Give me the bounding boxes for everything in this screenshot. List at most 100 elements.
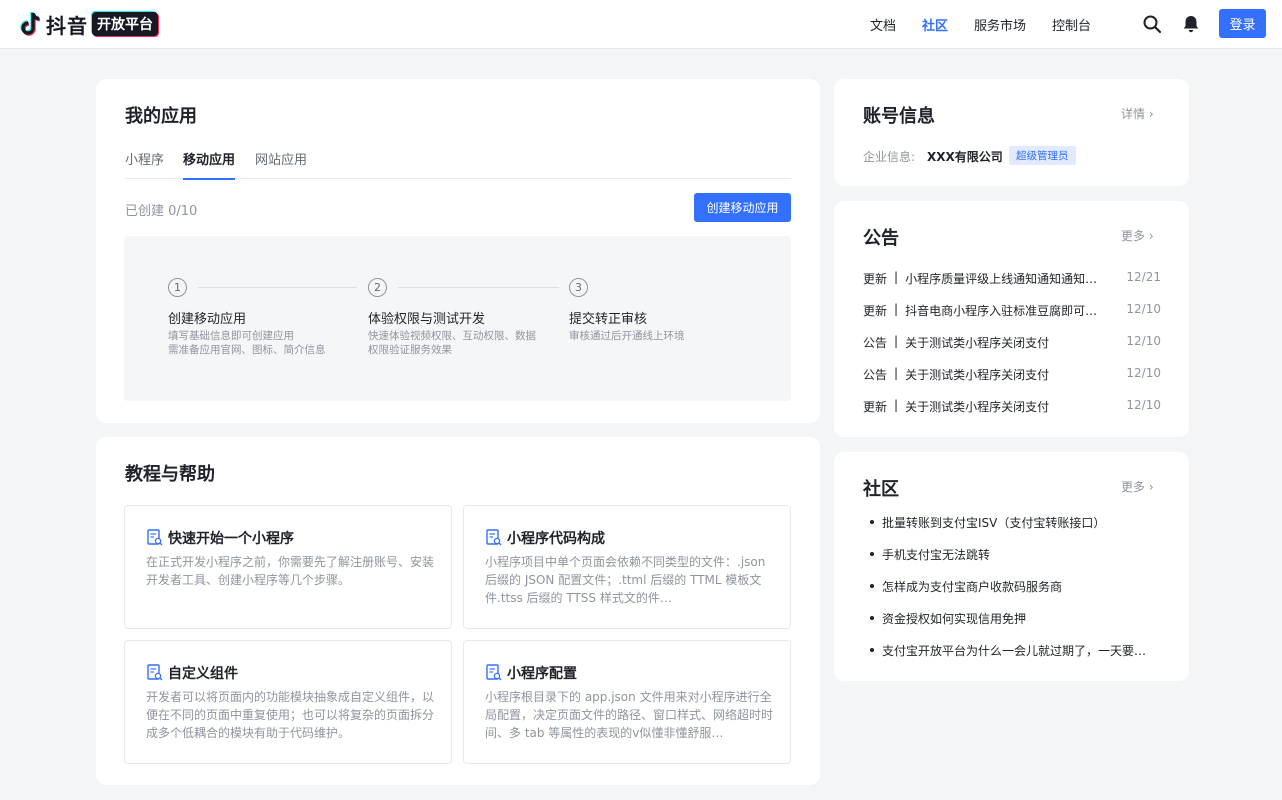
announcement-item[interactable]: 更新 | 小程序质量评级上线通知通知通知… 12/21: [863, 270, 1161, 288]
announcement-text: 抖音电商小程序入驻标准豆腐即可…: [905, 304, 1098, 318]
step-desc-line: 填写基础信息即可创建应用: [168, 330, 294, 342]
announcements-card: 公告 更多 › 更新 | 小程序质量评级上线通知通知通知… 12/21 更新 |…: [834, 201, 1189, 437]
community-post[interactable]: 怎样成为支付宝商户收款码服务商: [863, 578, 1161, 595]
community-post[interactable]: 批量转账到支付宝ISV（支付宝转账接口）: [863, 514, 1161, 531]
account-card: 账号信息 详情 › 企业信息: XXX有限公司 超级管理员: [834, 79, 1189, 186]
community-title: 社区: [863, 479, 899, 500]
onboarding-steps: 1 创建移动应用 填写基础信息即可创建应用 需准备应用官网、图标、简介信息 2 …: [124, 236, 791, 401]
announcement-text: 关于测试类小程序关闭支付: [905, 368, 1050, 382]
main-nav: 文档 社区 服务市场 控制台: [870, 15, 1117, 34]
announcement-date: 12/10: [1126, 302, 1161, 316]
tutorial-custom-component[interactable]: 自定义组件 开发者可以将页面内的功能模块抽象成自定义组件，以便在不同的页面中重复…: [124, 640, 452, 764]
separator: |: [894, 366, 899, 380]
tutorial-quick-start[interactable]: 快速开始一个小程序 在正式开发小程序之前，你需要先了解注册账号、安装开发者工具、…: [124, 505, 452, 629]
tutorial-description: 开发者可以将页面内的功能模块抽象成自定义组件，以便在不同的页面中重复使用；也可以…: [146, 690, 435, 740]
announcement-date: 12/10: [1126, 398, 1161, 412]
company-label: 企业信息:: [863, 150, 916, 164]
tab-website-app[interactable]: 网站应用: [255, 149, 307, 179]
announcement-tag: 更新: [863, 272, 888, 286]
nav-console[interactable]: 控制台: [1052, 15, 1091, 34]
tutorial-code-structure[interactable]: 小程序代码构成 小程序项目中单个页面会依赖不同类型的文件：.json 后缀的 J…: [463, 505, 791, 629]
create-mobile-app-button[interactable]: 创建移动应用: [694, 193, 791, 222]
announcements-title: 公告: [863, 228, 899, 249]
login-button[interactable]: 登录: [1219, 9, 1266, 38]
chevron-right-icon: ›: [1148, 229, 1154, 243]
tutorial-description: 小程序项目中单个页面会依赖不同类型的文件：.json 后缀的 JSON 配置文件…: [485, 555, 766, 605]
announcement-item[interactable]: 公告 | 关于测试类小程序关闭支付 12/10: [863, 334, 1161, 352]
announcement-item[interactable]: 更新 | 关于测试类小程序关闭支付 12/10: [863, 398, 1161, 416]
announcement-tag: 更新: [863, 400, 888, 414]
company-name: XXX有限公司: [927, 150, 1003, 164]
community-post[interactable]: 资金授权如何实现信用免押: [863, 610, 1161, 627]
separator: |: [894, 302, 899, 316]
community-more-link[interactable]: 更多 ›: [1121, 478, 1154, 495]
my-apps-title: 我的应用: [125, 106, 197, 127]
tab-mini-program[interactable]: 小程序: [125, 149, 164, 179]
community-card: 社区 更多 › 批量转账到支付宝ISV（支付宝转账接口） 手机支付宝无法跳转 怎…: [834, 452, 1189, 681]
bell-icon[interactable]: [1181, 14, 1201, 34]
step-desc-line: 审核通过后开通线上环境: [569, 330, 685, 342]
role-badge: 超级管理员: [1009, 146, 1076, 165]
chevron-right-icon: ›: [1148, 107, 1154, 121]
nav-community[interactable]: 社区: [922, 15, 948, 34]
document-search-icon: [486, 664, 502, 681]
tutorial-title: 快速开始一个小程序: [168, 531, 294, 547]
tutorials-title: 教程与帮助: [125, 464, 215, 485]
step-description: 填写基础信息即可创建应用 需准备应用官网、图标、简介信息: [168, 329, 358, 357]
douyin-logo[interactable]: 抖音 开放平台: [19, 9, 158, 39]
announcement-date: 12/10: [1126, 366, 1161, 380]
announcement-text: 关于测试类小程序关闭支付: [905, 336, 1050, 350]
separator: |: [894, 270, 899, 284]
announcement-tag: 公告: [863, 336, 888, 350]
my-apps-card: 我的应用 小程序 移动应用 网站应用 已创建 0/10 创建移动应用 1 创建移…: [96, 79, 820, 423]
step-desc-line: 权限验证服务效果: [368, 344, 452, 356]
step-title: 体验权限与测试开发: [368, 312, 486, 327]
step-description: 审核通过后开通线上环境: [569, 329, 759, 343]
step-connector: [398, 287, 559, 288]
tutorial-config[interactable]: 小程序配置 小程序根目录下的 app.json 文件用来对小程序进行全局配置，决…: [463, 640, 791, 764]
step-number: 3: [569, 278, 588, 297]
step-desc-line: 需准备应用官网、图标、简介信息: [168, 344, 326, 356]
more-link-label: 更多: [1121, 480, 1146, 494]
tutorial-title: 小程序代码构成: [507, 531, 605, 547]
tutorial-description: 在正式开发小程序之前，你需要先了解注册账号、安装开发者工具、创建小程序等几个步骤…: [146, 555, 435, 587]
step-number: 1: [168, 278, 187, 297]
community-post[interactable]: 支付宝开放平台为什么一会儿就过期了，一天要…: [863, 642, 1161, 659]
document-search-icon: [147, 529, 163, 546]
announcement-item[interactable]: 更新 | 抖音电商小程序入驻标准豆腐即可… 12/10: [863, 302, 1161, 320]
logo-text: 抖音: [46, 13, 88, 38]
detail-link-label: 详情: [1121, 107, 1146, 121]
tutorial-title: 小程序配置: [507, 666, 577, 682]
step-connector: [198, 287, 357, 288]
announcement-tag: 公告: [863, 368, 888, 382]
announcement-item[interactable]: 公告 | 关于测试类小程序关闭支付 12/10: [863, 366, 1161, 384]
tutorials-card: 教程与帮助 快速开始一个小程序 在正式开发小程序之前，你需要先了解注册账号、安装…: [96, 437, 820, 785]
document-search-icon: [486, 529, 502, 546]
account-title: 账号信息: [863, 106, 935, 127]
step-title: 创建移动应用: [168, 312, 247, 327]
step-desc-line: 快速体验视频权限、互动权限、数据: [368, 330, 536, 342]
top-header: 抖音 开放平台 文档 社区 服务市场 控制台 登录: [0, 0, 1282, 49]
logo-badge: 开放平台: [92, 12, 158, 36]
created-count: 已创建 0/10: [125, 204, 198, 219]
announcement-text: 小程序质量评级上线通知通知通知…: [905, 272, 1098, 286]
app-type-tabs: 小程序 移动应用 网站应用: [125, 149, 791, 180]
announcement-text: 关于测试类小程序关闭支付: [905, 400, 1050, 414]
search-icon[interactable]: [1142, 14, 1162, 34]
more-link-label: 更多: [1121, 229, 1146, 243]
community-post[interactable]: 手机支付宝无法跳转: [863, 546, 1161, 563]
announcement-date: 12/21: [1126, 270, 1161, 284]
tab-mobile-app[interactable]: 移动应用: [183, 149, 236, 180]
step-title: 提交转正审核: [569, 312, 648, 327]
nav-service-market[interactable]: 服务市场: [974, 15, 1026, 34]
separator: |: [894, 398, 899, 412]
step-description: 快速体验视频权限、互动权限、数据 权限验证服务效果: [368, 329, 558, 357]
nav-docs[interactable]: 文档: [870, 15, 896, 34]
tutorial-description: 小程序根目录下的 app.json 文件用来对小程序进行全局配置，决定页面文件的…: [485, 690, 774, 740]
douyin-logo-icon: [20, 11, 41, 36]
announcement-date: 12/10: [1126, 334, 1161, 348]
tutorial-title: 自定义组件: [168, 666, 238, 682]
account-detail-link[interactable]: 详情 ›: [1121, 105, 1154, 122]
separator: |: [894, 334, 899, 348]
announcements-more-link[interactable]: 更多 ›: [1121, 227, 1154, 244]
